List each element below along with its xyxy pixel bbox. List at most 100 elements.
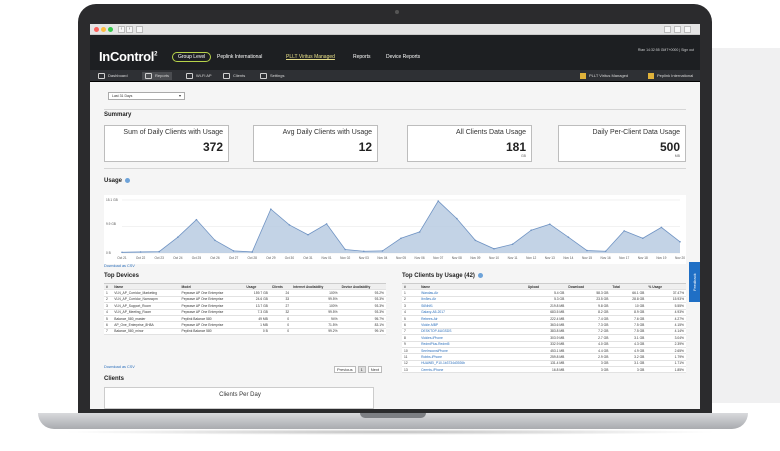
table-cell: 0 B	[244, 328, 270, 336]
date-range-select[interactable]: Last 31 Days ▾	[108, 92, 185, 100]
report-icon	[145, 72, 152, 79]
data-point	[307, 233, 309, 236]
x-tick-label: Nov 02	[340, 256, 350, 260]
subnav-org-selector[interactable]: Peplink International	[648, 72, 693, 80]
forward-arrow-icon[interactable]: ›	[126, 26, 133, 33]
close-window-icon[interactable]	[94, 27, 99, 32]
subnav-label: Clients	[233, 73, 246, 78]
data-point	[549, 223, 551, 226]
data-point	[121, 251, 123, 254]
data-point	[270, 208, 272, 210]
x-tick-label: Oct 21	[117, 256, 127, 260]
shield-icon[interactable]	[664, 26, 671, 33]
card-value: 372	[202, 140, 223, 154]
data-point	[511, 243, 514, 246]
devices-pager: Previous 1 Next	[332, 366, 383, 373]
data-point	[530, 229, 532, 231]
x-tick-label: Oct 29	[266, 256, 276, 260]
x-tick-label: Nov 05	[396, 256, 406, 260]
data-point	[288, 224, 291, 226]
table-cell[interactable]: Cerrnts-iPhone	[419, 366, 526, 374]
data-point	[325, 223, 328, 225]
new-tab-icon[interactable]	[684, 26, 691, 33]
help-icon[interactable]	[477, 273, 483, 278]
breadcrumb-device-reports[interactable]: Device Reports	[386, 52, 420, 62]
back-arrow-icon[interactable]: ‹	[118, 26, 125, 33]
data-point	[437, 200, 440, 202]
share-icon[interactable]	[674, 26, 681, 33]
clients-per-day-chart: Clients Per Day	[104, 387, 374, 409]
wifi-icon	[186, 72, 193, 79]
pager-previous-button[interactable]: Previous	[334, 366, 356, 373]
card-label: All Clients Data Usage	[455, 129, 526, 136]
data-point	[158, 250, 160, 253]
feedback-tab[interactable]: Feedback	[689, 262, 700, 302]
data-point	[177, 236, 179, 239]
account-status-text[interactable]: Rian 14:32:55 GMT+0000 | Sign out	[638, 48, 694, 52]
data-point	[232, 250, 235, 252]
divider	[104, 168, 686, 169]
data-point	[195, 218, 198, 221]
table-cell: Balance_580_minor	[112, 328, 180, 336]
x-tick-label: Nov 09	[470, 256, 480, 260]
sidebar-toggle-icon[interactable]	[136, 26, 143, 33]
data-point	[139, 251, 142, 253]
subnav-label: Wi-Fi AP	[196, 73, 212, 78]
x-tick-label: Nov 19	[656, 256, 666, 260]
x-tick-label: Nov 16	[601, 256, 611, 260]
help-icon[interactable]	[125, 178, 131, 183]
subnav-clients[interactable]: Clients	[223, 72, 245, 80]
y-tick-label: 0 B	[106, 251, 111, 255]
clients-heading: Clients	[104, 376, 125, 382]
table-row[interactable]: 13 Cerrnts-iPhone 16.8 MB 3 GB 3 GB 1.85%	[402, 366, 686, 374]
x-tick-label: Oct 30	[285, 256, 295, 260]
pager-page-button[interactable]: 1	[357, 366, 366, 373]
app-header: InControl2 Group Level Peplink Internati…	[90, 35, 700, 70]
incontrol-logo[interactable]: InControl2	[99, 49, 157, 64]
usage-heading: Usage	[104, 178, 131, 184]
data-point	[456, 217, 458, 220]
subnav-settings[interactable]: Settings	[260, 72, 284, 80]
download-csv-link[interactable]: Download as CSV	[104, 264, 135, 268]
subnav-dashboard[interactable]: Dashboard	[98, 72, 128, 80]
subnav-group-selector[interactable]: PLLT Viritus Managed	[580, 72, 628, 80]
date-range-value: Last 31 Days	[112, 94, 133, 98]
breadcrumb-organization[interactable]: Peplink International	[217, 52, 262, 62]
x-tick-label: Nov 07	[433, 256, 443, 260]
subnav-wifi-ap[interactable]: Wi-Fi AP	[186, 72, 212, 80]
table-cell: 7	[104, 328, 113, 336]
pager-next-button[interactable]: Next	[367, 366, 383, 373]
maximize-window-icon[interactable]	[108, 27, 113, 32]
x-tick-label: Nov 12	[526, 256, 536, 260]
card-value: 181	[505, 140, 526, 154]
x-tick-label: Oct 27	[229, 256, 239, 260]
breadcrumb-reports[interactable]: Reports	[353, 52, 371, 62]
laptop-shadow	[60, 429, 720, 435]
table-cell: Peplink Balance 580	[179, 328, 245, 336]
data-point	[381, 250, 384, 252]
minimize-window-icon[interactable]	[101, 27, 106, 32]
x-tick-label: Nov 17	[619, 256, 629, 260]
table-cell: 3 GB	[566, 366, 611, 374]
usage-chart: 15.1 GB 9.9 GB 0 B Oct 21 Oct 22 Oct 23 Oct 24…	[104, 195, 686, 264]
summary-card-sum-clients: Sum of Daily Clients with Usage 372	[104, 125, 229, 162]
data-point	[642, 237, 644, 240]
card-unit: MB	[674, 154, 680, 158]
monitor-icon	[98, 72, 105, 79]
card-label: Sum of Daily Clients with Usage	[123, 129, 223, 136]
table-cell: 99.1%	[339, 328, 386, 336]
data-point	[586, 249, 588, 252]
x-tick-label: Oct 28	[248, 256, 258, 260]
breadcrumb-group[interactable]: PLLT Viritus Managed	[286, 52, 335, 62]
x-tick-label: Oct 22	[136, 256, 146, 260]
x-tick-label: Nov 15	[582, 256, 592, 260]
table-row[interactable]: 7 Balance_580_minor Peplink Balance 580 0 B…	[104, 328, 386, 336]
breadcrumb-group-level[interactable]: Group Level	[172, 52, 212, 62]
data-point	[214, 239, 216, 242]
subnav-reports[interactable]: Reports	[142, 72, 173, 80]
x-tick-label: Nov 18	[638, 256, 648, 260]
download-devices-csv-link[interactable]: Download as CSV	[104, 365, 135, 369]
top-devices-table: # Name Model Usage Clients Internet Availabil…	[104, 282, 386, 336]
x-tick-label: Oct 25	[192, 256, 202, 260]
data-point	[623, 230, 625, 232]
